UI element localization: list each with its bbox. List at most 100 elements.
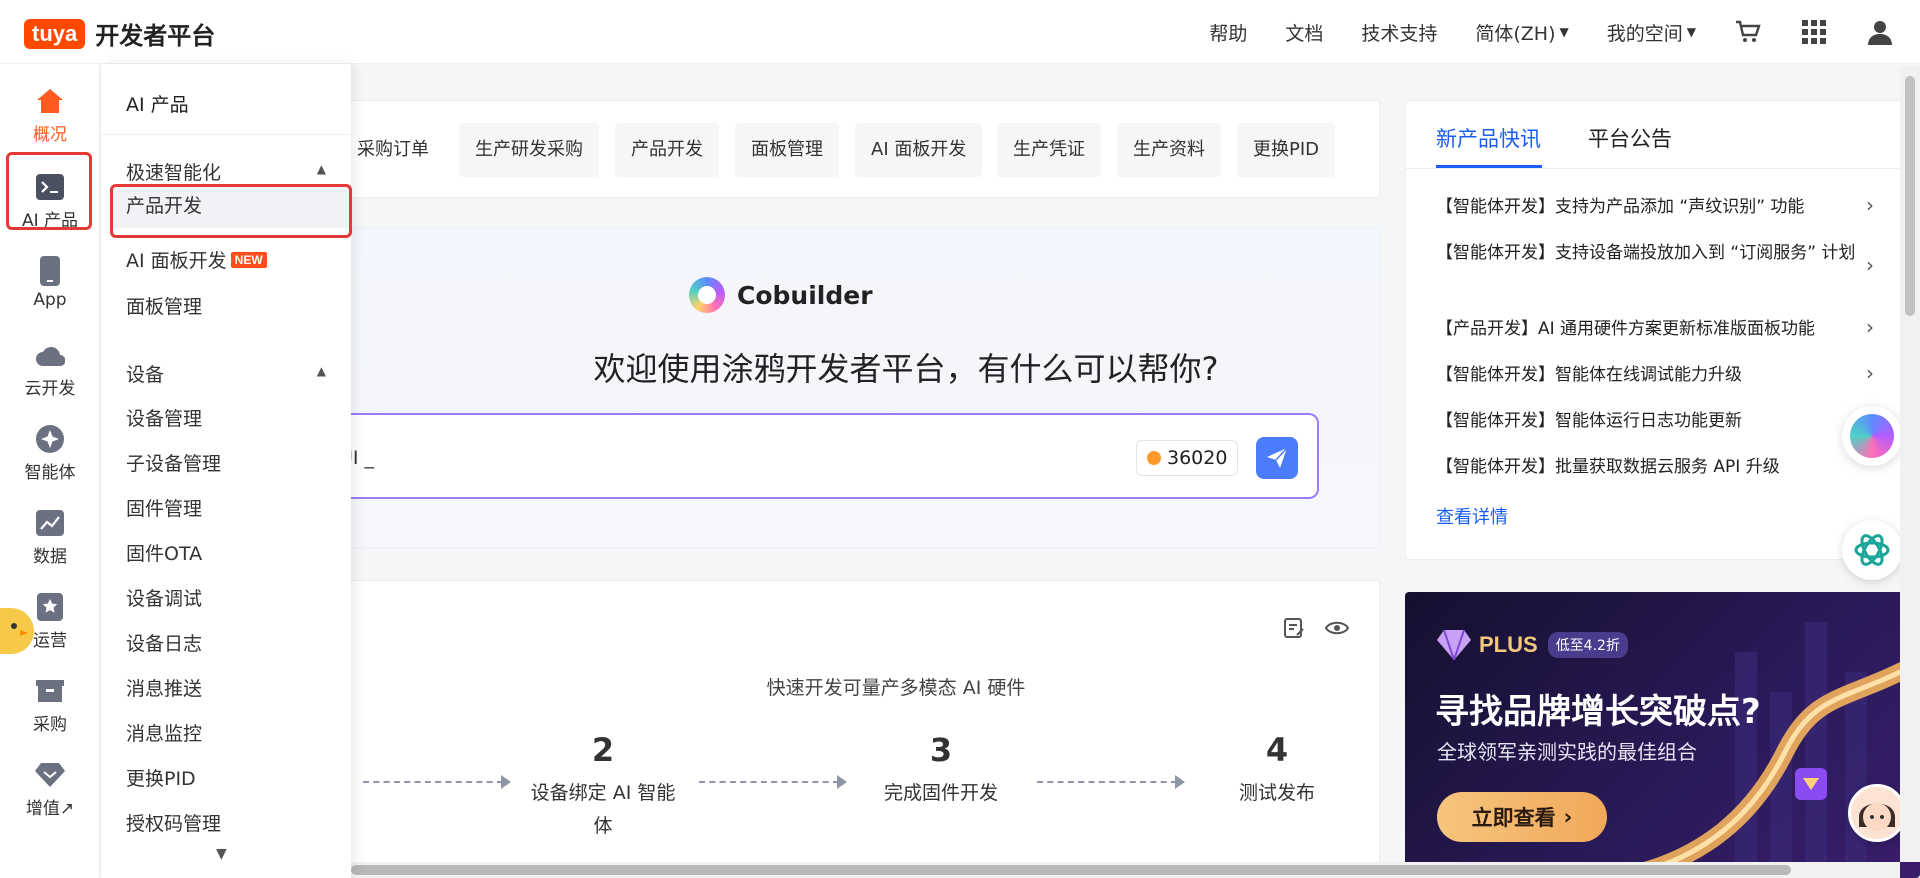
- quick-tab-panel-manage[interactable]: 面板管理: [735, 123, 839, 177]
- duck-mascot-icon[interactable]: [0, 608, 34, 654]
- quick-tab-rd-purchase[interactable]: 生产研发采购: [459, 123, 599, 177]
- divider: [101, 134, 351, 135]
- news-item[interactable]: 【智能体开发】批量获取数据云服务 API 升级: [1436, 453, 1856, 481]
- cobuilder-input[interactable]: 备的UI _ 36020: [301, 413, 1319, 499]
- rail-item-value-added[interactable]: 增值↗: [0, 760, 100, 819]
- step-3-label: 完成固件开发: [883, 782, 998, 804]
- group-label: 极速智能化: [126, 162, 222, 184]
- nav-my-space[interactable]: 我的空间 ▼: [1607, 19, 1696, 46]
- edit-note-icon[interactable]: [1283, 617, 1305, 643]
- platform-title: 开发者平台: [95, 22, 216, 50]
- chevron-up-icon: ▲: [316, 162, 326, 176]
- submenu-item-change-pid[interactable]: 更换PID: [126, 764, 196, 791]
- quick-tab-production-cert[interactable]: 生产凭证: [997, 123, 1101, 177]
- chevron-down-icon: ▼: [1686, 25, 1696, 39]
- eye-icon[interactable]: [1324, 617, 1350, 643]
- submenu-item-subdevice-manage[interactable]: 子设备管理: [126, 449, 221, 476]
- banner-subtitle: 全球领军亲测实践的最佳组合: [1437, 740, 1697, 764]
- phone-icon: [35, 256, 65, 286]
- chevron-right-icon: ›: [1866, 315, 1874, 339]
- submenu-item-panel-manage[interactable]: 面板管理: [126, 292, 202, 319]
- divider: [1406, 168, 1920, 169]
- scroll-down-icon[interactable]: ▼: [216, 846, 227, 862]
- rail-label: 数据: [33, 547, 67, 567]
- rail-item-app[interactable]: App: [0, 256, 100, 310]
- submenu-item-firmware-manage[interactable]: 固件管理: [126, 494, 202, 521]
- quick-start-steps-card: 快速开发可量产多模态 AI 硬件 2 设备绑定 AI 智能体 3 完成固件开发 …: [300, 580, 1380, 878]
- vertical-scrollbar[interactable]: [1900, 66, 1920, 862]
- submenu-item-firmware-ota[interactable]: 固件OTA: [126, 539, 202, 566]
- news-item[interactable]: 【智能体开发】支持为产品添加 “声纹识别” 功能: [1436, 193, 1856, 221]
- rail-item-agent[interactable]: 智能体: [0, 424, 100, 483]
- rail-label: 增值↗: [25, 799, 75, 819]
- cart-icon[interactable]: [1734, 18, 1762, 46]
- news-item[interactable]: 【智能体开发】智能体在线调试能力升级: [1436, 361, 1856, 389]
- tab-platform-notice[interactable]: 平台公告: [1588, 123, 1672, 153]
- rail-item-purchase[interactable]: 采购: [0, 676, 100, 735]
- chevron-right-icon: ›: [1563, 805, 1573, 829]
- step-arrow: [699, 775, 847, 789]
- submenu-title: AI 产品: [126, 94, 189, 116]
- nav-docs[interactable]: 文档: [1285, 19, 1323, 46]
- cobuilder-card: Cobuilder 欢迎使用涂鸦开发者平台，有什么可以帮你? 备的UI _ 36…: [300, 228, 1380, 548]
- rail-item-cloud-dev[interactable]: 云开发: [0, 340, 100, 399]
- submenu-item-auth-code[interactable]: 授权码管理: [126, 809, 221, 836]
- sparkle-icon: [35, 424, 65, 454]
- rail-item-data[interactable]: 数据: [0, 508, 100, 567]
- crown-diamond-icon: [1437, 630, 1471, 660]
- submenu-item-message-monitor[interactable]: 消息监控: [126, 719, 202, 746]
- submenu-item-device-log[interactable]: 设备日志: [126, 629, 202, 656]
- send-button[interactable]: [1256, 437, 1298, 479]
- scrollbar-thumb[interactable]: [1905, 76, 1915, 316]
- submenu-item-message-push[interactable]: 消息推送: [126, 674, 202, 701]
- rail-label: 概况: [33, 125, 67, 145]
- star-badge-icon: [35, 592, 65, 622]
- submenu-item-device-manage[interactable]: 设备管理: [126, 404, 202, 431]
- nav-tech-support[interactable]: 技术支持: [1361, 19, 1437, 46]
- quick-tab-change-pid[interactable]: 更换PID: [1237, 123, 1336, 177]
- submenu-item-device-debug[interactable]: 设备调试: [126, 584, 202, 611]
- scrollbar-thumb[interactable]: [351, 865, 1791, 875]
- rail-item-overview[interactable]: 概况: [0, 86, 100, 145]
- assistant-avatar[interactable]: [1848, 784, 1906, 842]
- news-item[interactable]: 【产品开发】AI 通用硬件方案更新标准版面板功能: [1436, 315, 1856, 343]
- quick-tab-ai-panel-dev[interactable]: AI 面板开发: [855, 123, 983, 177]
- user-icon[interactable]: [1866, 18, 1894, 46]
- quick-tab-production-material[interactable]: 生产资料: [1117, 123, 1221, 177]
- cobuilder-float-button[interactable]: [1842, 406, 1902, 466]
- ai-chat-float-button[interactable]: [1842, 520, 1902, 580]
- horizontal-scrollbar[interactable]: [351, 862, 1900, 878]
- new-badge: NEW: [230, 252, 267, 268]
- rail-label: 采购: [33, 715, 67, 735]
- home-icon: [35, 86, 65, 116]
- top-nav: 帮助 文档 技术支持 简体(ZH) ▼ 我的空间 ▼: [1209, 0, 1920, 64]
- tab-new-product-news[interactable]: 新产品快讯: [1436, 123, 1541, 153]
- highlight-box: [110, 184, 352, 238]
- nav-help[interactable]: 帮助: [1209, 19, 1247, 46]
- cobuilder-logo-icon: [689, 277, 725, 313]
- plus-row: PLUS 低至4.2折: [1437, 630, 1628, 660]
- rail-label: 运营: [33, 631, 67, 651]
- news-item[interactable]: 【智能体开发】智能体运行日志功能更新: [1436, 407, 1856, 435]
- token-icon: [1147, 451, 1161, 465]
- submenu-group-fast-ai[interactable]: 极速智能化 ▲: [126, 158, 326, 185]
- quick-tab-product-dev[interactable]: 产品开发: [615, 123, 719, 177]
- view-details-link[interactable]: 查看详情: [1436, 503, 1508, 529]
- promo-banner[interactable]: PLUS 低至4.2折 寻找品牌增长突破点? 全球领军亲测实践的最佳组合 立即查…: [1405, 592, 1920, 878]
- chevron-right-icon: ›: [1866, 193, 1874, 217]
- view-now-button[interactable]: 立即查看 ›: [1437, 792, 1607, 842]
- step-arrow: [1037, 775, 1185, 789]
- token-balance[interactable]: 36020: [1136, 440, 1239, 476]
- group-label: 设备: [126, 364, 165, 386]
- rail-label: 云开发: [24, 379, 76, 399]
- nav-language[interactable]: 简体(ZH) ▼: [1475, 19, 1568, 46]
- news-item[interactable]: 【智能体开发】支持设备端投放加入到 “订阅服务” 计划: [1436, 239, 1856, 267]
- cobuilder-name: Cobuilder: [737, 280, 873, 310]
- apps-grid-icon[interactable]: [1800, 18, 1828, 46]
- quick-tab-purchase-order[interactable]: 采购订单: [341, 123, 445, 177]
- logo[interactable]: tuya 开发者平台: [24, 16, 215, 51]
- cloud-icon: [35, 340, 65, 370]
- submenu-item-ai-panel-dev[interactable]: AI 面板开发 NEW: [126, 246, 267, 273]
- submenu-group-device[interactable]: 设备 ▲: [126, 360, 326, 387]
- box-icon: [35, 676, 65, 706]
